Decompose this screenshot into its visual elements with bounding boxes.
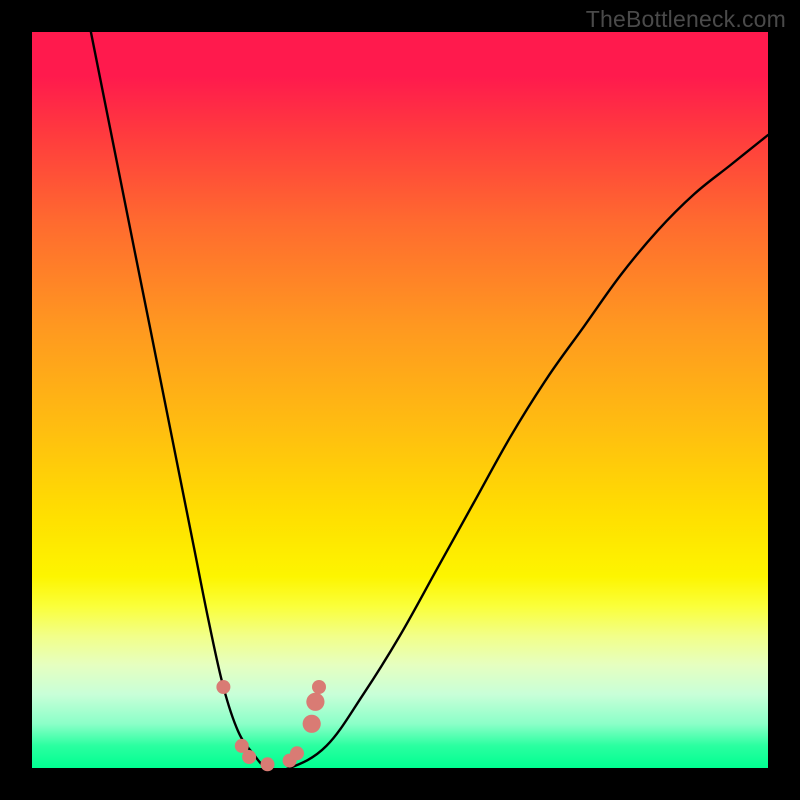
curve-markers [216,680,326,771]
curve-marker [216,680,230,694]
curve-marker [261,757,275,771]
curve-marker [242,750,256,764]
plot-area [32,32,768,768]
curve-marker [312,680,326,694]
curve-marker [290,746,304,760]
bottleneck-curve-path [91,32,768,771]
curve-marker [303,715,321,733]
curve-marker [306,693,324,711]
watermark-text: TheBottleneck.com [586,6,786,33]
chart-frame: TheBottleneck.com [0,0,800,800]
bottleneck-curve-svg [32,32,768,768]
